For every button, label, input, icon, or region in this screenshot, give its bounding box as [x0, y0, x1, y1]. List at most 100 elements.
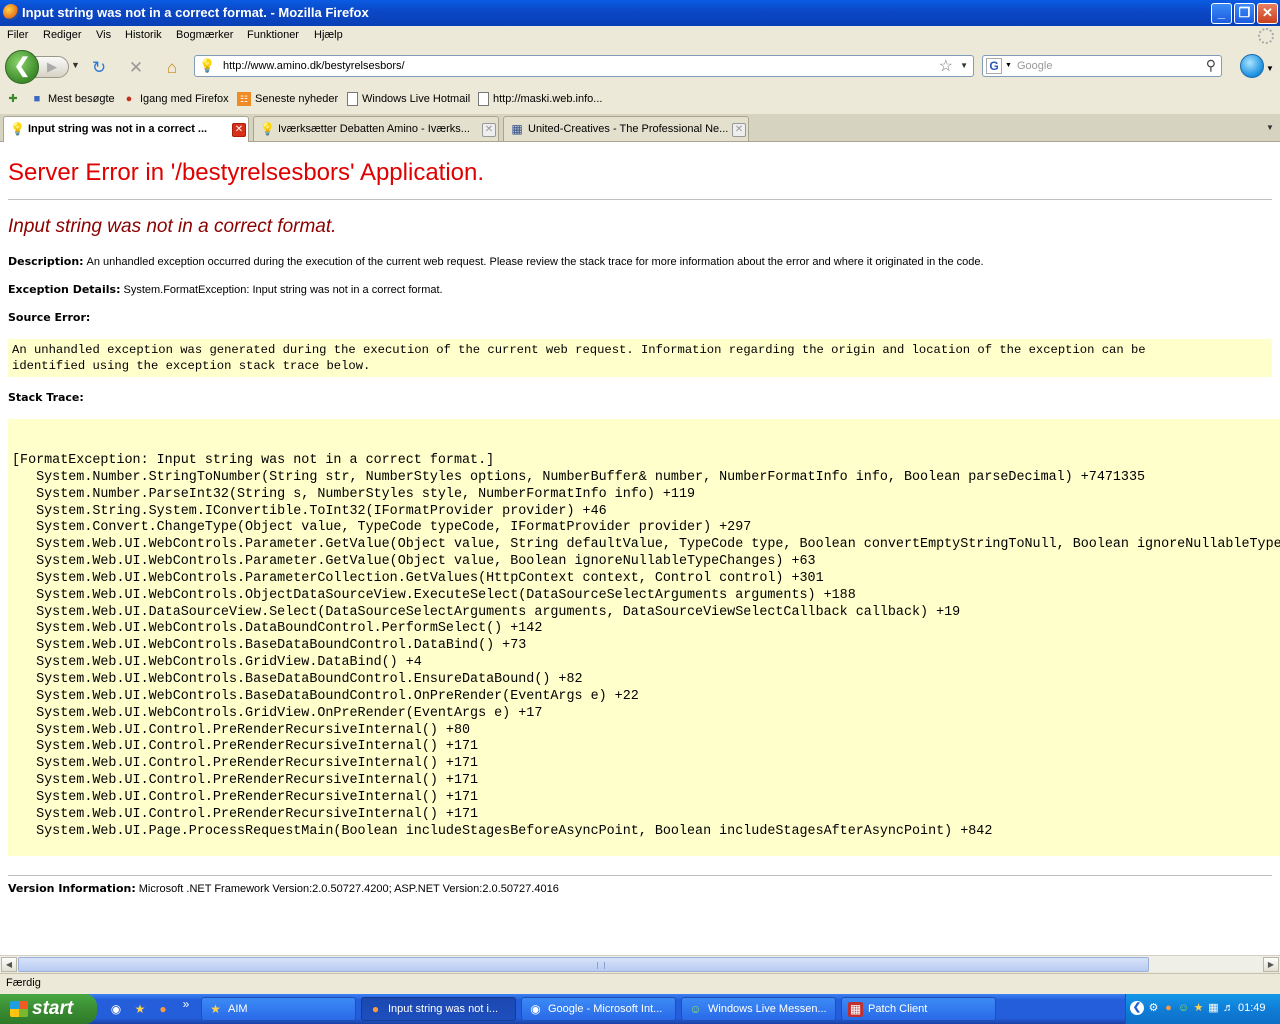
menu-vis[interactable]: Vis — [96, 29, 111, 41]
description-label: Description: — [8, 255, 84, 268]
url-text[interactable]: http://www.amino.dk/bestyrelsesbors/ — [223, 60, 405, 72]
tab-close-icon[interactable]: ✕ — [232, 123, 246, 137]
google-engine-icon[interactable]: G — [986, 58, 1002, 74]
aim-icon[interactable]: ★ — [1191, 1001, 1206, 1016]
bookmark-maski[interactable]: http://maski.web.info... — [478, 92, 602, 106]
close-button[interactable]: ✕ — [1257, 3, 1278, 24]
forward-button[interactable]: ▶ — [35, 56, 69, 78]
reload-icon[interactable]: ↻ — [89, 58, 109, 78]
scroll-left-button[interactable]: ◀ — [1, 957, 17, 972]
bookmark-windows-live-hotmail[interactable]: Windows Live Hotmail — [347, 92, 470, 106]
version-information-row: Version Information: Microsoft .NET Frame… — [8, 882, 559, 895]
addon-dropdown-icon[interactable]: ▼ — [1266, 64, 1274, 73]
bookmarks-toolbar: ✚ ■ Mest besøgte ● Igang med Firefox ☷ Sene… — [0, 88, 1280, 112]
tab-ivaerksaetter-debatten[interactable]: 💡 Iværksætter Debatten Amino - Iværks...… — [253, 116, 499, 141]
taskbar-item-firefox[interactable]: ● Input string was not i... — [361, 997, 516, 1021]
windows-taskbar: start ◉ ★ ● » ★ AIM ● Input string was n… — [0, 994, 1280, 1024]
stop-icon[interactable]: ✕ — [126, 58, 146, 78]
stack-trace-line: System.Web.UI.Page.ProcessRequestMain(Bo… — [12, 823, 993, 839]
error-message-heading: Input string was not in a correct format… — [8, 216, 337, 237]
firefox-icon: ● — [125, 93, 133, 105]
stack-trace-line: System.Web.UI.Control.PreRenderRecursive… — [12, 722, 471, 738]
history-dropdown-icon[interactable]: ▼ — [71, 60, 80, 70]
menu-hjaelp[interactable]: Hjælp — [314, 29, 343, 41]
tab-label: Iværksætter Debatten Amino - Iværks... — [278, 123, 470, 135]
stack-trace-line: System.Convert.ChangeType(Object value, … — [12, 520, 752, 536]
horizontal-scrollbar[interactable]: ◀ ▶ — [0, 955, 1280, 972]
bookmark-star-icon[interactable]: ☆ — [939, 56, 953, 76]
system-tray: ❮ ⚙ ● ☺ ★ ▦ ♬ 01:49 — [1125, 994, 1280, 1024]
url-bar[interactable]: 💡 http://www.amino.dk/bestyrelsesbors/ ☆… — [194, 55, 974, 77]
tab-label: United-Creatives - The Professional Ne..… — [528, 123, 728, 135]
tab-close-icon[interactable]: ✕ — [732, 123, 746, 137]
title-bar[interactable]: Input string was not in a correct format… — [0, 0, 1280, 26]
search-input[interactable]: Google — [1017, 60, 1052, 72]
taskbar-item-messenger[interactable]: ☺ Windows Live Messen... — [681, 997, 836, 1021]
stack-trace-line: System.Web.UI.WebControls.GridView.DataB… — [12, 655, 422, 671]
scrollbar-thumb[interactable] — [18, 957, 1149, 972]
engine-dropdown-icon[interactable]: ▼ — [1005, 62, 1012, 69]
network-icon[interactable]: ▦ — [1206, 1001, 1221, 1016]
url-dropdown-icon[interactable]: ▼ — [960, 61, 968, 70]
toolbar-addon-icon[interactable] — [1240, 54, 1264, 78]
list-all-tabs-icon[interactable]: ▼ — [1262, 118, 1278, 138]
menu-historik[interactable]: Historik — [125, 29, 162, 41]
firefox-icon: ● — [371, 1002, 380, 1016]
menu-bogmaerker[interactable]: Bogmærker — [176, 29, 233, 41]
stack-trace-line: System.Web.UI.WebControls.GridView.OnPre… — [12, 705, 543, 721]
menu-filer[interactable]: Filer — [7, 29, 28, 41]
quicklaunch-more-icon[interactable]: » — [178, 996, 194, 1012]
start-button[interactable]: start — [0, 994, 97, 1024]
aim-icon[interactable]: ★ — [132, 1001, 148, 1017]
tab-united-creatives[interactable]: ▦ United-Creatives - The Professional Ne… — [503, 116, 749, 141]
ie-icon: ◉ — [530, 1002, 541, 1016]
firefox-icon[interactable]: ● — [1161, 1001, 1176, 1016]
stack-trace-line: System.Web.UI.WebControls.DataBoundContr… — [12, 621, 543, 637]
description-text: An unhandled exception occurred during t… — [86, 256, 984, 268]
description-row: Description: An unhandled exception occur… — [8, 255, 984, 268]
home-icon[interactable]: ⌂ — [162, 58, 182, 78]
bookmarks-add-icon[interactable]: ✚ — [6, 92, 20, 106]
back-button[interactable]: ❮ — [5, 50, 39, 84]
show-hidden-icons-icon[interactable]: ❮ — [1130, 1001, 1144, 1015]
steam-icon[interactable]: ⚙ — [1146, 1001, 1161, 1016]
taskbar-item-aim[interactable]: ★ AIM — [201, 997, 356, 1021]
search-bar[interactable]: G ▼ Google ⚲ — [982, 55, 1222, 77]
tab-input-string-error[interactable]: 💡 Input string was not in a correct ... … — [3, 116, 249, 142]
source-error-box: An unhandled exception was generated dur… — [8, 339, 1272, 377]
minimize-button[interactable]: _ — [1211, 3, 1232, 24]
scroll-right-button[interactable]: ▶ — [1263, 957, 1279, 972]
status-bar: Færdig — [0, 973, 1280, 993]
rss-icon: ☷ — [237, 92, 251, 106]
taskbar-item-internet-explorer[interactable]: ◉ Google - Microsoft Int... — [521, 997, 676, 1021]
menu-funktioner[interactable]: Funktioner — [247, 29, 299, 41]
patch-client-icon: ▦ — [848, 1002, 863, 1017]
taskbar-item-patch-client[interactable]: ▦ Patch Client — [841, 997, 996, 1021]
stack-trace-line: System.Web.UI.Control.PreRenderRecursive… — [12, 789, 479, 805]
menu-rediger[interactable]: Rediger — [43, 29, 82, 41]
divider — [8, 199, 1272, 200]
bookmark-igang-med-firefox[interactable]: ● Igang med Firefox — [122, 92, 229, 106]
stack-trace-box: [FormatException: Input string was not i… — [8, 419, 1280, 856]
exception-details-text: System.FormatException: Input string was… — [123, 284, 443, 296]
page-content: Server Error in '/bestyrelsesbors' Appli… — [0, 142, 1280, 955]
stack-trace-line: System.Web.UI.WebControls.BaseDataBoundC… — [12, 638, 527, 654]
version-information-text: Microsoft .NET Framework Version:2.0.507… — [138, 883, 559, 895]
maximize-button[interactable]: ❐ — [1234, 3, 1255, 24]
bookmark-seneste-nyheder[interactable]: ☷ Seneste nyheder — [237, 92, 338, 106]
stack-trace-line: System.Web.UI.Control.PreRenderRecursive… — [12, 756, 479, 772]
stack-trace-line: System.Web.UI.Control.PreRenderRecursive… — [12, 806, 479, 822]
source-error-label: Source Error: — [8, 311, 91, 324]
search-icon[interactable]: ⚲ — [1206, 57, 1216, 74]
messenger-icon[interactable]: ☺ — [1176, 1001, 1191, 1016]
bookmark-mest-besogte[interactable]: ■ Mest besøgte — [30, 92, 115, 106]
firefox-icon[interactable] — [3, 4, 19, 20]
tab-close-icon[interactable]: ✕ — [482, 123, 496, 137]
stack-trace-line: System.Web.UI.WebControls.Parameter.GetV… — [12, 537, 1280, 553]
bookmark-icon: ▦ — [511, 122, 523, 136]
volume-icon[interactable]: ♬ — [1221, 1001, 1236, 1016]
stack-trace-line: [FormatException: Input string was not i… — [12, 453, 495, 468]
site-favicon-icon: 💡 — [199, 58, 216, 73]
ie-icon[interactable]: ◉ — [108, 1001, 124, 1017]
firefox-icon[interactable]: ● — [155, 1001, 171, 1017]
